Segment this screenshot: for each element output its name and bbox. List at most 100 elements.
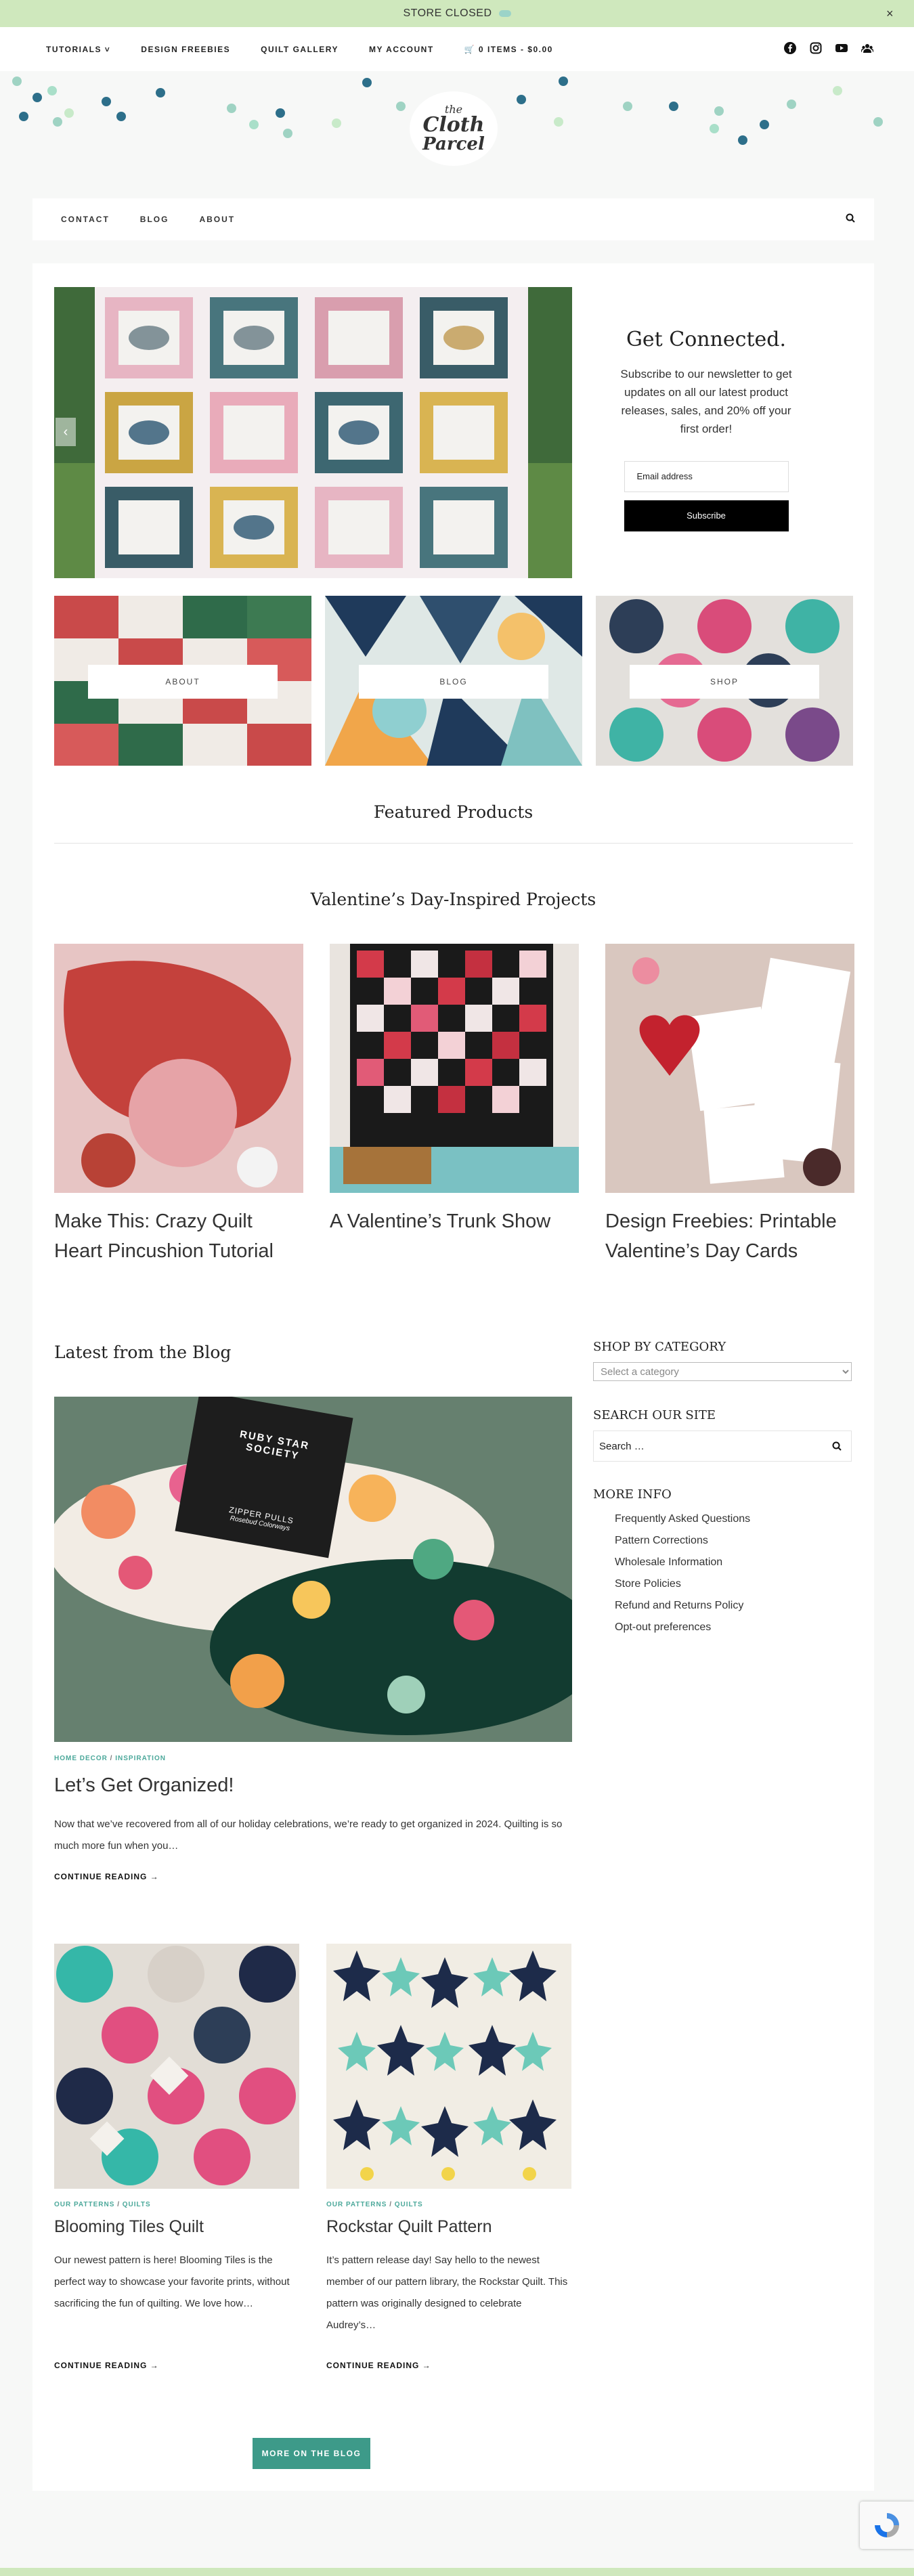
tile-shop[interactable]: SHOP bbox=[596, 596, 853, 766]
decor-dot bbox=[710, 124, 719, 133]
recaptcha-badge[interactable] bbox=[860, 2502, 914, 2549]
decor-dot bbox=[102, 97, 111, 106]
valentine-cards-image bbox=[605, 944, 854, 1193]
decor-dot bbox=[12, 77, 22, 86]
decor-dot bbox=[249, 120, 259, 129]
nav-contact[interactable]: CONTACT bbox=[61, 215, 110, 224]
category-separator: / bbox=[107, 1755, 116, 1762]
sidebar-link-pattern-corrections[interactable]: Pattern Corrections bbox=[593, 1530, 852, 1552]
post-title[interactable]: Blooming Tiles Quilt bbox=[54, 2217, 204, 2237]
facebook-icon[interactable] bbox=[784, 42, 796, 54]
tile-about[interactable]: ABOUT bbox=[54, 596, 311, 766]
valentine-section-title: Valentine’s Day-Inspired Projects bbox=[310, 890, 596, 909]
nav-design-freebies[interactable]: DESIGN FREEBIES bbox=[141, 45, 230, 54]
search-icon[interactable] bbox=[846, 213, 855, 226]
decor-dot bbox=[19, 112, 28, 121]
featured-post-image[interactable]: RUBY STAR SOCIETY ZIPPER PULLS Rosebud C… bbox=[54, 1397, 572, 1742]
nav-blog[interactable]: BLOG bbox=[140, 215, 169, 224]
valentine-card[interactable]: Design Freebies: Printable Valentine’s D… bbox=[605, 944, 854, 1266]
post-title[interactable]: Let’s Get Organized! bbox=[54, 1774, 234, 1797]
sidebar-link-wholesale[interactable]: Wholesale Information bbox=[593, 1552, 852, 1573]
site-logo[interactable]: the Cloth Parcel bbox=[410, 91, 498, 166]
sidebar: SHOP BY CATEGORY Select a category SEARC… bbox=[593, 1340, 852, 1638]
sidebar-category-title: SHOP BY CATEGORY bbox=[593, 1340, 726, 1354]
hero-slider[interactable]: ‹ bbox=[54, 287, 572, 578]
tile-shop-label: SHOP bbox=[630, 665, 819, 699]
newsletter-title: Get Connected. bbox=[626, 328, 787, 351]
more-on-blog-button[interactable]: MORE ON THE BLOG bbox=[253, 2438, 370, 2469]
decor-dot bbox=[396, 102, 406, 111]
valentine-card[interactable]: Make This: Crazy Quilt Heart Pincushion … bbox=[54, 944, 303, 1266]
sidebar-link-faq[interactable]: Frequently Asked Questions bbox=[593, 1508, 852, 1530]
decor-dot bbox=[283, 129, 292, 138]
footer-strip bbox=[0, 2568, 914, 2576]
category-separator: / bbox=[387, 2201, 395, 2208]
nav-about[interactable]: ABOUT bbox=[199, 215, 235, 224]
nav-cart[interactable]: 🛒 0 ITEMS - $0.00 bbox=[464, 45, 553, 54]
category-separator: / bbox=[114, 2201, 123, 2208]
close-icon[interactable]: × bbox=[886, 7, 894, 21]
youtube-icon[interactable] bbox=[835, 42, 848, 54]
search-placeholder: Search … bbox=[599, 1441, 645, 1452]
continue-reading-link[interactable]: CONTINUE READING → bbox=[54, 2361, 159, 2370]
tile-blog[interactable]: BLOG bbox=[325, 596, 582, 766]
decor-dot bbox=[47, 86, 57, 95]
continue-reading-link[interactable]: CONTINUE READING → bbox=[54, 1872, 159, 1881]
post-title[interactable]: Rockstar Quilt Pattern bbox=[326, 2217, 492, 2237]
secondary-navigation: CONTACT BLOG ABOUT bbox=[32, 198, 874, 240]
valentine-card-title[interactable]: Design Freebies: Printable Valentine’s D… bbox=[605, 1206, 854, 1266]
decor-dot bbox=[787, 100, 796, 109]
featured-products-title: Featured Products bbox=[373, 802, 534, 822]
store-notice-text: STORE CLOSED bbox=[403, 7, 492, 19]
decor-dot bbox=[32, 93, 42, 102]
sidebar-link-opt-out[interactable]: Opt-out preferences bbox=[593, 1617, 852, 1638]
search-icon[interactable] bbox=[832, 1441, 842, 1451]
email-field[interactable]: Email address bbox=[624, 461, 789, 492]
decor-dot bbox=[276, 108, 285, 118]
nav-tutorials[interactable]: TUTORIALS ˅ bbox=[46, 45, 110, 54]
category-link[interactable]: HOME DECOR bbox=[54, 1755, 108, 1762]
decor-dot bbox=[227, 104, 236, 113]
continue-reading-link[interactable]: CONTINUE READING → bbox=[326, 2361, 431, 2370]
category-link[interactable]: OUR PATTERNS bbox=[326, 2201, 387, 2208]
recaptcha-icon bbox=[875, 2513, 899, 2537]
decor-dot bbox=[623, 102, 632, 111]
decor-dot bbox=[53, 117, 62, 127]
nav-quilt-gallery[interactable]: QUILT GALLERY bbox=[261, 45, 339, 54]
category-link[interactable]: INSPIRATION bbox=[115, 1755, 166, 1762]
newsletter-signup: Get Connected. Subscribe to our newslett… bbox=[611, 328, 801, 531]
decor-dot bbox=[873, 117, 883, 127]
valentine-card-title[interactable]: A Valentine’s Trunk Show bbox=[330, 1206, 579, 1236]
post-image-rockstar[interactable] bbox=[326, 1944, 571, 2189]
valentine-card-title[interactable]: Make This: Crazy Quilt Heart Pincushion … bbox=[54, 1206, 303, 1266]
slider-prev-arrow[interactable]: ‹ bbox=[56, 418, 76, 446]
subscribe-button[interactable]: Subscribe bbox=[624, 500, 789, 531]
decor-dot bbox=[517, 95, 526, 104]
decor-dot bbox=[714, 106, 724, 116]
post-excerpt: Now that we’ve recovered from all of our… bbox=[54, 1818, 563, 1852]
sidebar-link-store-policies[interactable]: Store Policies bbox=[593, 1573, 852, 1595]
decor-dot bbox=[760, 120, 769, 129]
search-input[interactable]: Search … bbox=[593, 1431, 852, 1462]
newsletter-text: Subscribe to our newsletter to get updat… bbox=[620, 368, 792, 435]
sidebar-link-refunds[interactable]: Refund and Returns Policy bbox=[593, 1595, 852, 1617]
valentine-card[interactable]: A Valentine’s Trunk Show bbox=[330, 944, 579, 1236]
post-categories: OUR PATTERNS / QUILTS bbox=[54, 2201, 151, 2208]
decor-dot bbox=[669, 102, 678, 111]
decor-dot bbox=[362, 78, 372, 87]
category-link[interactable]: QUILTS bbox=[395, 2201, 423, 2208]
instagram-icon[interactable] bbox=[810, 42, 822, 54]
category-select[interactable]: Select a category bbox=[593, 1362, 852, 1381]
top-navigation: TUTORIALS ˅ DESIGN FREEBIES QUILT GALLER… bbox=[0, 27, 914, 71]
community-icon[interactable] bbox=[861, 42, 874, 54]
post-image-blooming-tiles[interactable] bbox=[54, 1944, 299, 2189]
post-categories: OUR PATTERNS / QUILTS bbox=[326, 2201, 423, 2208]
category-link[interactable]: QUILTS bbox=[123, 2201, 151, 2208]
nav-my-account[interactable]: MY ACCOUNT bbox=[369, 45, 434, 54]
decor-dot bbox=[156, 88, 165, 97]
category-link[interactable]: OUR PATTERNS bbox=[54, 2201, 114, 2208]
post-categories: HOME DECOR / INSPIRATION bbox=[54, 1755, 166, 1762]
decor-dot bbox=[64, 108, 74, 118]
site-header: the Cloth Parcel bbox=[0, 71, 914, 173]
decor-dot bbox=[559, 77, 568, 86]
